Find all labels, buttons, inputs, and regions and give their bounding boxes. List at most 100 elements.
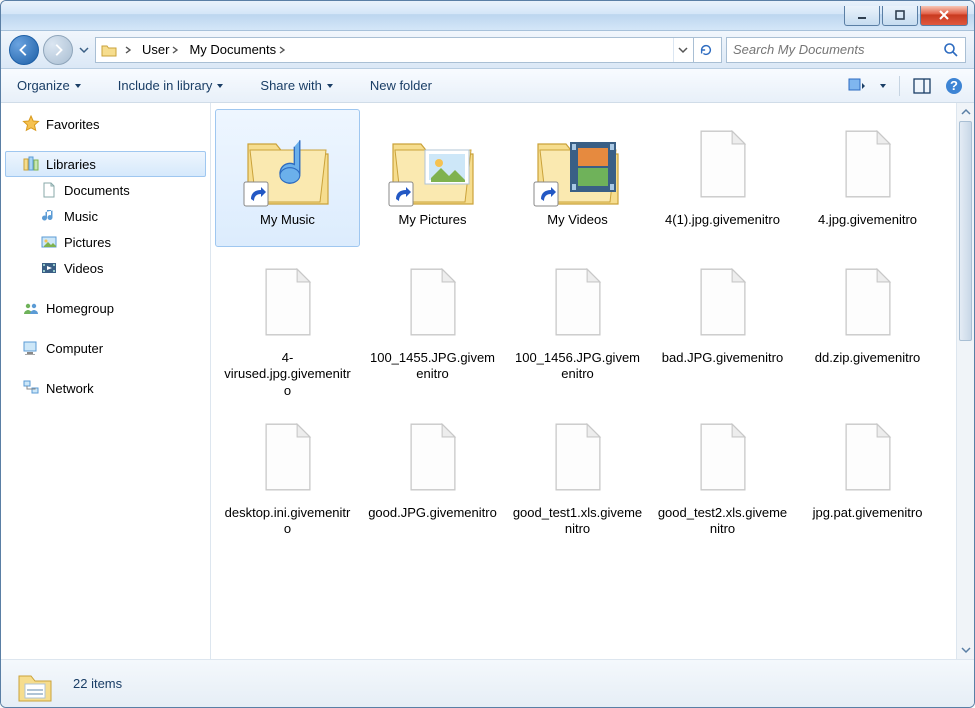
tree-libraries[interactable]: Libraries: [5, 151, 206, 177]
scrollbar-thumb[interactable]: [959, 121, 972, 341]
folder-icon: [385, 116, 481, 212]
folder-icon: [530, 116, 626, 212]
content-area: My Music My Pictures My Videos 4(1).jpg.giv…: [211, 103, 974, 659]
tree-documents[interactable]: Documents: [5, 177, 206, 203]
file-item[interactable]: good_test2.xls.givemenitro: [650, 402, 795, 541]
help-button[interactable]: ?: [944, 76, 964, 96]
body: Favorites Libraries Documents Music Pict…: [1, 103, 974, 659]
vertical-scrollbar[interactable]: [956, 103, 974, 659]
label: Favorites: [46, 117, 99, 132]
file-item[interactable]: 100_1455.JPG.givemenitro: [360, 247, 505, 402]
tree-music[interactable]: Music: [5, 203, 206, 229]
new-folder-button[interactable]: New folder: [364, 74, 438, 97]
folder-item[interactable]: My Music: [215, 109, 360, 247]
tree-homegroup[interactable]: Homegroup: [5, 295, 206, 321]
label: Computer: [46, 341, 103, 356]
label: Pictures: [64, 235, 111, 250]
item-label: 4-virused.jpg.givemenitro: [223, 350, 353, 399]
scroll-up-button[interactable]: [957, 103, 974, 121]
breadcrumb-user[interactable]: User: [138, 42, 183, 57]
label: Music: [64, 209, 98, 224]
tree-favorites[interactable]: Favorites: [5, 111, 206, 137]
close-button[interactable]: [920, 6, 968, 26]
libraries-icon: [22, 155, 40, 173]
computer-icon: [22, 339, 40, 357]
address-bar[interactable]: User My Documents: [95, 37, 722, 63]
view-options-button[interactable]: [847, 76, 867, 96]
file-item[interactable]: desktop.ini.givemenitro: [215, 402, 360, 541]
item-label: good_test1.xls.givemenitro: [513, 505, 643, 538]
tree-computer[interactable]: Computer: [5, 335, 206, 361]
file-item[interactable]: 4(1).jpg.givemenitro: [650, 109, 795, 247]
item-label: dd.zip.givemenitro: [815, 350, 921, 382]
file-icon: [820, 409, 916, 505]
file-icon: [820, 254, 916, 350]
preview-pane-button[interactable]: [912, 76, 932, 96]
history-dropdown[interactable]: [77, 40, 91, 60]
file-icon: [675, 409, 771, 505]
file-item[interactable]: bad.JPG.givemenitro: [650, 247, 795, 402]
label: Videos: [64, 261, 104, 276]
file-item[interactable]: 4-virused.jpg.givemenitro: [215, 247, 360, 402]
item-label: My Pictures: [399, 212, 467, 244]
item-label: 100_1455.JPG.givemenitro: [368, 350, 498, 383]
tree-network[interactable]: Network: [5, 375, 206, 401]
organize-button[interactable]: Organize: [11, 74, 88, 97]
music-icon: [40, 207, 58, 225]
search-box[interactable]: [726, 37, 966, 63]
breadcrumb-root-sep[interactable]: [120, 46, 136, 54]
breadcrumb-label: My Documents: [189, 42, 276, 57]
back-button[interactable]: [9, 35, 39, 65]
folder-icon: [13, 662, 57, 706]
item-label: 4(1).jpg.givemenitro: [665, 212, 780, 244]
tree-pictures[interactable]: Pictures: [5, 229, 206, 255]
item-label: 100_1456.JPG.givemenitro: [513, 350, 643, 383]
minimize-button[interactable]: [844, 6, 880, 26]
network-icon: [22, 379, 40, 397]
label: New folder: [370, 78, 432, 93]
toolbar: Organize Include in library Share with N…: [1, 69, 974, 103]
status-bar: 22 items: [1, 659, 974, 707]
search-input[interactable]: [733, 42, 937, 57]
file-icon: [820, 116, 916, 212]
file-item[interactable]: jpg.pat.givemenitro: [795, 402, 940, 541]
item-label: jpg.pat.givemenitro: [813, 505, 923, 537]
breadcrumb-mydocs[interactable]: My Documents: [185, 42, 290, 57]
item-label: 4.jpg.givemenitro: [818, 212, 917, 244]
share-with-button[interactable]: Share with: [254, 74, 339, 97]
refresh-button[interactable]: [693, 38, 717, 62]
forward-button[interactable]: [43, 35, 73, 65]
include-in-library-button[interactable]: Include in library: [112, 74, 231, 97]
svg-text:?: ?: [950, 78, 958, 93]
file-item[interactable]: 100_1456.JPG.givemenitro: [505, 247, 650, 402]
tree-videos[interactable]: Videos: [5, 255, 206, 281]
label: Network: [46, 381, 94, 396]
titlebar: [1, 1, 974, 31]
videos-icon: [40, 259, 58, 277]
scroll-down-button[interactable]: [957, 641, 974, 659]
label: Include in library: [118, 78, 213, 93]
nav-row: User My Documents: [1, 31, 974, 69]
address-dropdown[interactable]: [673, 38, 691, 62]
folder-item[interactable]: My Videos: [505, 109, 650, 247]
star-icon: [22, 115, 40, 133]
file-item[interactable]: dd.zip.givemenitro: [795, 247, 940, 402]
item-label: good.JPG.givemenitro: [368, 505, 497, 537]
item-label: bad.JPG.givemenitro: [662, 350, 783, 382]
file-item[interactable]: good.JPG.givemenitro: [360, 402, 505, 541]
breadcrumb-label: User: [142, 42, 169, 57]
file-icon: [240, 254, 336, 350]
pictures-icon: [40, 233, 58, 251]
folder-item[interactable]: My Pictures: [360, 109, 505, 247]
file-item[interactable]: 4.jpg.givemenitro: [795, 109, 940, 247]
item-label: My Music: [260, 212, 315, 244]
file-item[interactable]: good_test1.xls.givemenitro: [505, 402, 650, 541]
explorer-window: User My Documents Organize Include in li…: [0, 0, 975, 708]
file-icon: [675, 116, 771, 212]
maximize-button[interactable]: [882, 6, 918, 26]
label: Homegroup: [46, 301, 114, 316]
file-grid[interactable]: My Music My Pictures My Videos 4(1).jpg.giv…: [211, 103, 956, 659]
view-dropdown[interactable]: [879, 82, 887, 90]
file-icon: [240, 409, 336, 505]
nav-tree: Favorites Libraries Documents Music Pict…: [1, 103, 211, 659]
